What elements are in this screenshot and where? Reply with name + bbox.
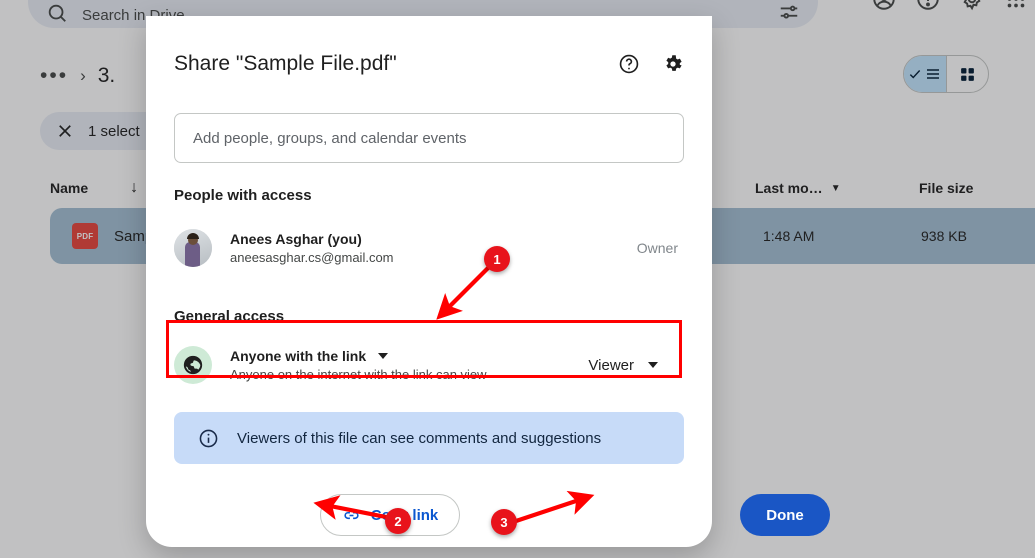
copy-link-label: Copy link bbox=[370, 506, 439, 524]
general-access-text: Anyone with the link Anyone on the inter… bbox=[230, 348, 588, 382]
chevron-down-icon[interactable] bbox=[648, 362, 658, 368]
general-access-description: Anyone on the internet with the link can… bbox=[230, 367, 487, 382]
done-label: Done bbox=[766, 506, 804, 524]
info-icon bbox=[199, 429, 218, 447]
people-section-heading: People with access bbox=[174, 187, 312, 204]
info-banner: Viewers of this file can see comments an… bbox=[174, 412, 684, 464]
person-name: Anees Asghar (you) bbox=[230, 230, 362, 247]
person-row[interactable]: Anees Asghar (you) aneesasghar.cs@gmail.… bbox=[174, 224, 684, 272]
gear-icon[interactable] bbox=[662, 53, 684, 75]
avatar bbox=[174, 229, 212, 267]
done-button[interactable]: Done bbox=[740, 494, 830, 536]
person-role: Owner bbox=[636, 240, 678, 256]
dialog-header: Share "Sample File.pdf" bbox=[146, 42, 712, 86]
general-access-role-dropdown[interactable]: Viewer bbox=[588, 357, 690, 374]
add-people-field[interactable]: Add people, groups, and calendar events bbox=[174, 113, 684, 163]
info-banner-text: Viewers of this file can see comments an… bbox=[237, 429, 602, 447]
globe-icon bbox=[174, 346, 212, 384]
share-dialog: Share "Sample File.pdf" Add people, grou… bbox=[146, 16, 830, 547]
general-access-row[interactable]: Anyone with the link Anyone on the inter… bbox=[174, 339, 690, 391]
general-access-role-label: Viewer bbox=[588, 356, 634, 374]
copy-link-button[interactable]: Copy link bbox=[320, 494, 460, 536]
dialog-title: Share "Sample File.pdf" bbox=[174, 52, 397, 75]
person-info: Anees Asghar (you) aneesasghar.cs@gmail.… bbox=[230, 230, 637, 267]
help-circle-icon[interactable] bbox=[618, 53, 640, 75]
chevron-down-icon[interactable] bbox=[378, 353, 389, 359]
link-icon bbox=[344, 511, 359, 519]
general-access-heading: General access bbox=[174, 308, 285, 325]
add-people-input[interactable]: Add people, groups, and calendar events bbox=[193, 130, 467, 147]
person-email: aneesasghar.cs@gmail.com bbox=[230, 249, 394, 265]
general-access-level[interactable]: Anyone with the link bbox=[230, 348, 366, 364]
